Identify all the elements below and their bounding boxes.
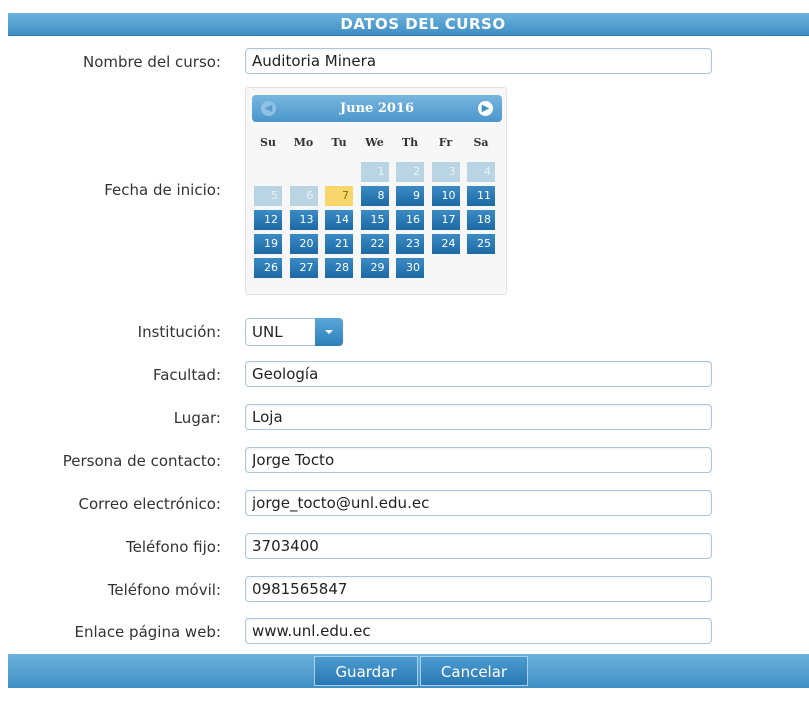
calendar-day[interactable]: 17 (431, 210, 460, 230)
calendar-day: 1 (360, 162, 389, 182)
website-input[interactable] (245, 618, 712, 644)
faculty-label: Facultad: (152, 366, 221, 384)
calendar-month-title: June 2016 (339, 101, 415, 116)
calendar-day[interactable]: 9 (396, 186, 424, 206)
date-picker[interactable]: ◀ June 2016 ▶ Su Mo Tu We Th Fr Sa 1 2 3 4 5 6 7 8 9 10 1… (245, 87, 507, 295)
course-name-label: Nombre del curso: (82, 53, 221, 71)
place-input[interactable] (245, 404, 712, 430)
section-header: DATOS DEL CURSO (8, 13, 809, 36)
calendar-day: 3 (431, 162, 460, 182)
calendar-day[interactable]: 18 (467, 210, 495, 230)
calendar-day[interactable]: 7 (325, 186, 353, 206)
calendar-day[interactable]: 12 (254, 210, 282, 230)
calendar-day: 6 (289, 186, 318, 206)
calendar-day[interactable]: 16 (396, 210, 424, 230)
weekday-header: Su (260, 136, 276, 149)
calendar-day[interactable]: 11 (467, 186, 495, 206)
course-name-input[interactable] (245, 48, 712, 74)
mobile-input[interactable] (245, 576, 712, 602)
calendar-day[interactable]: 28 (325, 258, 353, 278)
calendar-day[interactable]: 14 (325, 210, 353, 230)
calendar-day[interactable]: 8 (360, 186, 389, 206)
contact-input[interactable] (245, 447, 712, 473)
weekday-header: Sa (473, 136, 489, 149)
save-button[interactable]: Guardar (314, 656, 418, 686)
calendar-day[interactable]: 23 (396, 234, 424, 254)
calendar-day[interactable]: 26 (254, 258, 282, 278)
calendar-day[interactable]: 30 (396, 258, 424, 278)
weekday-header: Th (401, 136, 419, 149)
calendar-day[interactable]: 29 (360, 258, 389, 278)
institution-select[interactable]: UNL (245, 318, 343, 346)
calendar-day[interactable]: 21 (325, 234, 353, 254)
calendar-day[interactable]: 25 (467, 234, 495, 254)
mobile-label: Teléfono móvil: (107, 581, 221, 599)
institution-label: Institución: (137, 323, 221, 341)
weekday-header: Tu (331, 136, 347, 149)
calendar-day: 5 (254, 186, 282, 206)
calendar-day[interactable]: 13 (289, 210, 318, 230)
institution-select-value: UNL (252, 323, 283, 341)
place-label: Lugar: (173, 409, 221, 427)
weekday-header: Mo (293, 136, 314, 149)
calendar-day[interactable]: 22 (360, 234, 389, 254)
calendar-day: 2 (396, 162, 424, 182)
calendar-header: ◀ June 2016 ▶ (252, 95, 502, 122)
calendar-day[interactable]: 19 (254, 234, 282, 254)
calendar-day: 4 (467, 162, 495, 182)
circle-next-icon[interactable]: ▶ (478, 101, 493, 116)
landline-input[interactable] (245, 533, 712, 559)
contact-label: Persona de contacto: (62, 452, 221, 470)
start-date-label: Fecha de inicio: (104, 181, 221, 199)
calendar-day[interactable]: 15 (360, 210, 389, 230)
website-label: Enlace página web: (74, 623, 221, 641)
section-title: DATOS DEL CURSO (340, 15, 506, 33)
circle-prev-icon[interactable]: ◀ (261, 101, 276, 116)
chevron-down-icon[interactable] (315, 318, 343, 346)
faculty-input[interactable] (245, 361, 712, 387)
calendar-day[interactable]: 10 (431, 186, 460, 206)
calendar-day[interactable]: 27 (289, 258, 318, 278)
landline-label: Teléfono fijo: (126, 538, 221, 556)
weekday-header: We (365, 136, 384, 149)
form-footer: Guardar Cancelar (8, 654, 809, 688)
weekday-header: Fr (438, 136, 453, 149)
email-field[interactable] (245, 490, 712, 516)
calendar-day[interactable]: 20 (289, 234, 318, 254)
calendar-day[interactable]: 24 (431, 234, 460, 254)
email-label: Correo electrónico: (78, 495, 222, 513)
cancel-button[interactable]: Cancelar (420, 656, 528, 686)
